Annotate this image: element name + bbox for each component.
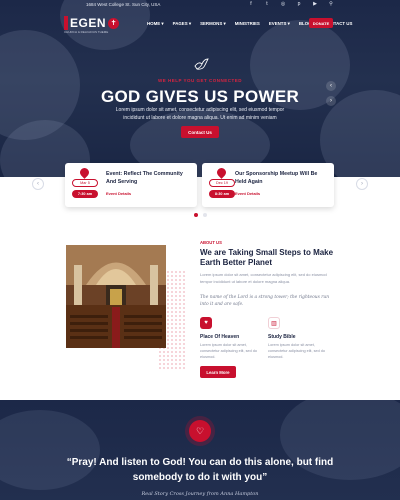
testimonial-section: ♡ “Pray! And listen to God! You can do t… — [0, 400, 400, 500]
twitter-icon[interactable]: t — [264, 1, 270, 7]
nav-item-sermons[interactable]: SERMONS ▾ — [200, 21, 226, 27]
event-title[interactable]: Our Sponsorship Meetup Will Be Held Agai… — [235, 171, 329, 186]
feature-body: Lorem ipsum dolor sit amet, consectetur … — [200, 343, 257, 359]
logo-mark — [64, 16, 68, 30]
event-time: 7:30 am — [72, 190, 98, 198]
site-logo[interactable]: EGEN ✝ — [64, 16, 120, 30]
hero-title: GOD GIVES US POWER — [100, 87, 300, 106]
feature-title: Study Bible — [268, 334, 296, 340]
location-pin-icon — [215, 166, 228, 179]
bible-icon: ▥ — [268, 317, 280, 329]
heart-icon: ♥ — [200, 317, 212, 329]
nav-item-events[interactable]: EVENTS ▾ — [269, 21, 290, 27]
instagram-icon[interactable]: ◎ — [280, 1, 286, 7]
pagination-dot[interactable] — [202, 213, 207, 217]
donate-button[interactable]: DONATE — [309, 18, 333, 28]
location-pin-icon — [78, 166, 91, 179]
heart-icon: ♡ — [189, 420, 211, 442]
about-body: Lorem ipsum dolor sit amet, consectetur … — [200, 272, 327, 284]
event-details-link[interactable]: Event Details — [235, 191, 260, 196]
event-card[interactable]: Mar 5 7:30 am Event: Reflect The Communi… — [65, 163, 197, 207]
cross-icon: ✝ — [108, 17, 120, 29]
event-card[interactable]: Dec 19 8:30 am Our Sponsorship Meetup Wi… — [202, 163, 334, 207]
pagination-dot[interactable] — [193, 213, 198, 217]
hero-pre-title: WE HELP YOU GET CONNECTED — [157, 78, 243, 83]
feature-body: Lorem ipsum dolor sit amet, consectetur … — [268, 343, 325, 359]
top-address: 1684 West College St. Sun City, USA — [86, 2, 161, 7]
logo-text: EGEN — [70, 16, 107, 30]
learn-more-button[interactable]: Learn More — [200, 366, 236, 378]
top-bar: 1684 West College St. Sun City, USA f t … — [0, 0, 400, 11]
church-interior-image — [66, 245, 166, 348]
search-icon[interactable]: ⚲ — [328, 1, 334, 7]
pinterest-icon[interactable]: p — [296, 1, 302, 7]
about-tag: ABOUT US — [200, 240, 222, 245]
youtube-icon[interactable]: ▶ — [312, 1, 318, 7]
dove-icon — [194, 58, 209, 70]
slider-down-arrow[interactable]: › — [326, 96, 336, 106]
about-title: We are Taking Small Steps to Make Earth … — [200, 248, 334, 267]
event-time: 8:30 am — [209, 190, 235, 198]
nav-item-ministries[interactable]: MINISTRIES — [235, 21, 260, 27]
slider-up-arrow[interactable]: ‹ — [326, 81, 336, 91]
feature-title: Place Of Heaven — [200, 334, 240, 340]
logo-tagline: CHURCH & RELIGIOUS THEME — [64, 30, 109, 34]
event-date: Mar 5 — [72, 179, 98, 187]
about-quote: The name of the Lord is a strong tower; … — [200, 295, 330, 307]
events-prev-arrow[interactable]: ‹ — [32, 178, 44, 190]
event-title[interactable]: Event: Reflect The Community And Serving — [106, 171, 192, 186]
nav-item-pages[interactable]: PAGES ▾ — [173, 21, 191, 27]
social-links: f t ◎ p ▶ ⚲ — [248, 1, 334, 7]
contact-us-button[interactable]: Contact Us — [181, 126, 219, 138]
events-next-arrow[interactable]: › — [356, 178, 368, 190]
event-details-link[interactable]: Event Details — [106, 191, 131, 196]
hero-subtitle: Lorem ipsum dolor sit amet, consectetur … — [115, 107, 285, 121]
event-date: Dec 19 — [209, 179, 235, 187]
hero-section: 1684 West College St. Sun City, USA f t … — [0, 0, 400, 177]
testimonial-author: Real Story Cross Journey from Anna Hampt… — [141, 491, 259, 497]
facebook-icon[interactable]: f — [248, 1, 254, 7]
events-pagination — [0, 213, 400, 217]
nav-item-home[interactable]: HOME ▾ — [147, 21, 164, 27]
testimonial-quote: “Pray! And listen to God! You can do thi… — [66, 457, 334, 483]
